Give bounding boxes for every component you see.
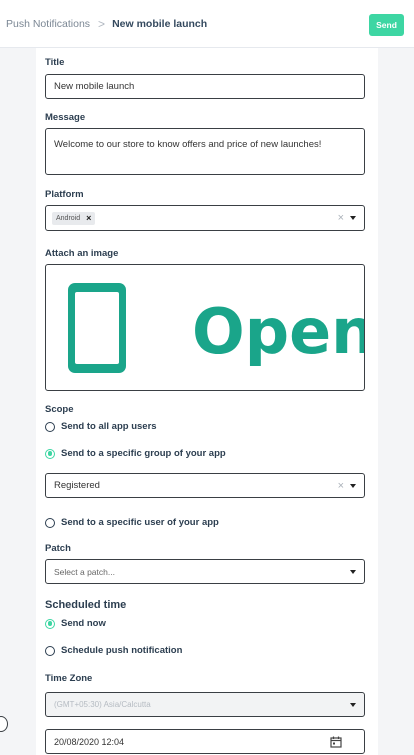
message-label: Message: [45, 112, 86, 123]
calendar-icon[interactable]: [330, 736, 342, 748]
clear-icon[interactable]: ×: [338, 212, 344, 224]
title-label: Title: [45, 57, 65, 68]
scope-option-label: Send to a specific group of your app: [61, 448, 226, 459]
radio-button-selected[interactable]: [45, 618, 55, 629]
image-preview: Open: [68, 283, 375, 373]
radio-button[interactable]: [45, 421, 55, 432]
scope-label: Scope: [45, 404, 74, 415]
datetime-input[interactable]: 20/08/2020 12:04: [45, 729, 365, 754]
mobile-phone-icon: [68, 283, 126, 373]
chevron-down-icon[interactable]: [350, 483, 356, 488]
chevron-down-icon[interactable]: [350, 569, 356, 574]
breadcrumb: Push Notifications > New mobile launch: [6, 18, 207, 30]
image-upload-area[interactable]: Open: [45, 264, 375, 391]
scope-option-label: Send to all app users: [61, 421, 157, 432]
patch-label: Patch: [45, 543, 71, 554]
group-select[interactable]: Registered ×: [45, 473, 365, 498]
attach-image-label: Attach an image: [45, 248, 119, 259]
radio-button[interactable]: [45, 645, 55, 656]
scheduled-time-heading: Scheduled time: [45, 599, 127, 611]
schedule-option-label: Send now: [61, 618, 106, 629]
platform-label: Platform: [45, 189, 84, 200]
scope-option-all-users[interactable]: Send to all app users: [45, 421, 157, 432]
group-select-value: Registered: [54, 480, 100, 491]
timezone-select: (GMT+05:30) Asia/Calcutta: [45, 692, 365, 717]
schedule-option-label: Schedule push notification: [61, 645, 183, 656]
chevron-down-icon[interactable]: [350, 216, 356, 220]
message-textarea[interactable]: Welcome to our store to know offers and …: [45, 128, 365, 175]
clear-icon[interactable]: ×: [338, 480, 344, 492]
right-margin: [378, 48, 414, 755]
chevron-down-icon: [350, 702, 356, 707]
scope-option-specific-group[interactable]: Send to a specific group of your app: [45, 448, 226, 459]
breadcrumb-current: New mobile launch: [112, 18, 208, 30]
schedule-option-schedule-push[interactable]: Schedule push notification: [45, 645, 182, 656]
title-input-value: New mobile launch: [54, 81, 135, 92]
platform-select[interactable]: Android × ×: [45, 205, 365, 231]
tag-remove-icon[interactable]: ×: [86, 213, 91, 223]
scope-option-label: Send to a specific user of your app: [61, 517, 219, 528]
timezone-select-value: (GMT+05:30) Asia/Calcutta: [54, 700, 151, 709]
schedule-option-send-now[interactable]: Send now: [45, 618, 106, 629]
left-margin: [0, 48, 36, 755]
datetime-input-value: 20/08/2020 12:04: [54, 736, 125, 747]
platform-tag: Android ×: [52, 211, 96, 225]
scope-option-specific-user[interactable]: Send to a specific user of your app: [45, 517, 219, 528]
timezone-label: Time Zone: [45, 673, 93, 684]
title-input[interactable]: New mobile launch: [45, 74, 365, 99]
patch-select[interactable]: Select a patch...: [45, 559, 365, 584]
send-button[interactable]: Send: [369, 14, 404, 36]
header-bar: Push Notifications > New mobile launch S…: [0, 0, 414, 48]
image-preview-text: Open: [192, 295, 364, 368]
breadcrumb-parent-link[interactable]: Push Notifications: [6, 18, 90, 30]
radio-button[interactable]: [45, 517, 55, 528]
breadcrumb-separator-icon: >: [98, 17, 106, 31]
patch-select-placeholder: Select a patch...: [54, 566, 115, 577]
message-textarea-value: Welcome to our store to know offers and …: [54, 139, 322, 150]
radio-button-selected[interactable]: [45, 448, 55, 459]
platform-tag-label: Android: [56, 214, 81, 222]
